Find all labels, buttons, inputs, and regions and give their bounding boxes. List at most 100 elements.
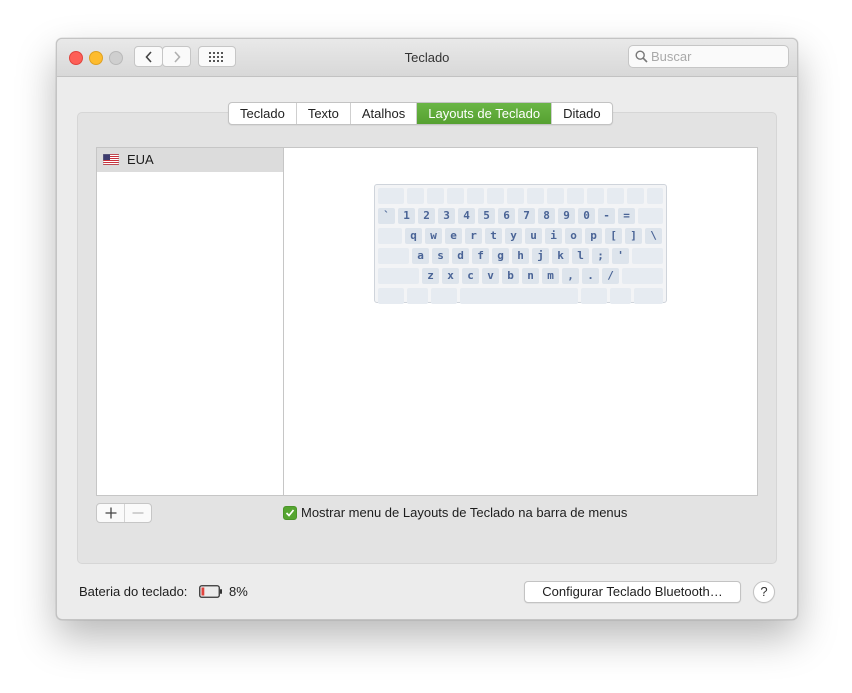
keyboard-key: 5 [478,208,495,224]
keyboard-key-blank [507,188,524,204]
keyboard-key-blank [407,188,424,204]
keyboard-key: . [582,268,599,284]
keyboard-key-blank [610,288,631,304]
minus-icon [132,512,144,514]
keyboard-key: y [505,228,522,244]
keyboard-key-blank [527,188,544,204]
add-remove-control [96,503,152,523]
keyboard-key: ' [612,248,629,264]
title-bar: Teclado [57,39,797,77]
keyboard-key: 1 [398,208,415,224]
keyboard-key: b [502,268,519,284]
keyboard-key: ] [625,228,642,244]
tab-atalhos[interactable]: Atalhos [351,103,418,124]
keyboard-key-blank [632,248,663,264]
setup-bluetooth-keyboard-button[interactable]: Configurar Teclado Bluetooth… [524,581,741,603]
keyboard-preferences-window: Teclado Teclado Texto Atalhos Layouts de… [56,38,798,620]
tab-texto[interactable]: Texto [297,103,351,124]
keyboard-key: u [525,228,542,244]
keyboard-key-blank [378,228,402,244]
keyboard-key: \ [645,228,662,244]
search-input[interactable] [651,48,781,64]
keyboard-key: t [485,228,502,244]
keyboard-key: = [618,208,635,224]
keyboard-key-blank [487,188,504,204]
keyboard-key: ` [378,208,395,224]
checkmark-icon [285,509,295,517]
keyboard-key: 3 [438,208,455,224]
keyboard-key: 8 [538,208,555,224]
add-layout-button[interactable] [97,504,125,522]
list-item-eua[interactable]: EUA [97,148,284,172]
keyboard-key-blank [638,208,663,224]
keyboard-key-blank [378,188,404,204]
keyboard-preview: ` 1 2 3 4 5 6 7 8 9 0- = q w e r t y u i o p[] \ a s d f g h j k l; ' z x c… [374,184,667,304]
keyboard-key-blank [647,188,663,204]
keyboard-key-blank [378,268,419,284]
keyboard-key-blank [431,288,457,304]
keyboard-key-blank [407,288,428,304]
keyboard-key: v [482,268,499,284]
keyboard-key: q [405,228,422,244]
keyboard-key: m [542,268,559,284]
battery-percent: 8% [229,584,248,599]
keyboard-key-blank [378,248,409,264]
keyboard-key: a [412,248,429,264]
search-icon [635,50,648,63]
keyboard-preview-pane: ` 1 2 3 4 5 6 7 8 9 0- = q w e r t y u i o p[] \ a s d f g h j k l; ' z x c… [283,147,758,496]
keyboard-key: r [465,228,482,244]
show-menu-checkbox[interactable] [283,506,297,520]
keyboard-key-blank [378,288,404,304]
keyboard-key: 4 [458,208,475,224]
keyboard-key-blank [627,188,644,204]
keyboard-key: 6 [498,208,515,224]
plus-icon [105,507,116,519]
keyboard-key-blank [467,188,484,204]
tab-ditado[interactable]: Ditado [552,103,612,124]
keyboard-key: ; [592,248,609,264]
keyboard-key: k [552,248,569,264]
show-menu-label: Mostrar menu de Layouts de Teclado na ba… [301,505,628,520]
battery-icon [199,585,222,598]
keyboard-key: j [532,248,549,264]
keyboard-key: 2 [418,208,435,224]
battery-label: Bateria do teclado: [79,584,188,599]
keyboard-key-blank [427,188,444,204]
keyboard-key-blank [567,188,584,204]
keyboard-key: l [572,248,589,264]
input-sources-list: EUA [96,147,284,496]
help-button[interactable]: ? [753,581,775,603]
keyboard-key: / [602,268,619,284]
keyboard-key: i [545,228,562,244]
tab-teclado[interactable]: Teclado [229,103,297,124]
tab-layouts-de-teclado[interactable]: Layouts de Teclado [417,103,553,124]
keyboard-key: e [445,228,462,244]
keyboard-key: x [442,268,459,284]
keyboard-key-blank [460,288,578,304]
keyboard-key-blank [634,288,663,304]
keyboard-key: [ [605,228,622,244]
keyboard-key-blank [547,188,564,204]
keyboard-key-blank [581,288,607,304]
keyboard-key: p [585,228,602,244]
keyboard-key: h [512,248,529,264]
keyboard-key: 7 [518,208,535,224]
keyboard-key: 9 [558,208,575,224]
keyboard-key: o [565,228,582,244]
keyboard-key: 0 [578,208,595,224]
keyboard-key: n [522,268,539,284]
keyboard-key-blank [622,268,663,284]
keyboard-key-blank [607,188,624,204]
keyboard-key-blank [447,188,464,204]
tab-bar: Teclado Texto Atalhos Layouts de Teclado… [228,102,613,125]
keyboard-key: c [462,268,479,284]
keyboard-key-blank [587,188,604,204]
list-item-label: EUA [127,152,154,167]
search-field[interactable] [628,45,789,68]
us-flag-icon [103,154,119,165]
remove-layout-button[interactable] [125,504,151,522]
keyboard-key: f [472,248,489,264]
keyboard-key: s [432,248,449,264]
keyboard-key: , [562,268,579,284]
keyboard-key: z [422,268,439,284]
